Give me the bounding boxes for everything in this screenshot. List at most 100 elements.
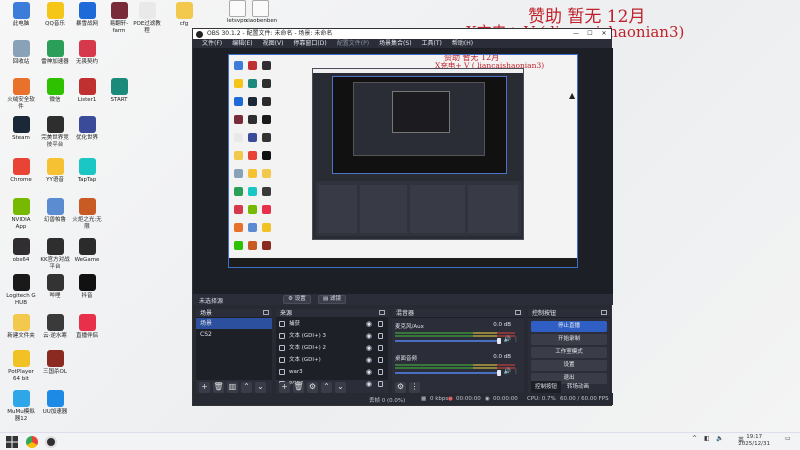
network-icon[interactable]: ◧ [704,435,710,442]
source-filters-button[interactable]: ▤ 滤镜 [318,295,346,304]
volume-slider[interactable] [395,340,499,342]
desktop-icon[interactable]: POE过滤教程 [132,2,162,34]
move-down-button[interactable]: ⌄ [335,382,346,393]
desktop-icon-xiaobenben[interactable]: xiaobenben [245,0,277,24]
desktop-icon[interactable]: Chrome [6,158,36,184]
more-options-icon[interactable]: ⋮ [513,336,519,343]
desktop-icon[interactable]: NVIDIA App [6,198,36,230]
start-recording-button[interactable]: 开始录制 [531,334,607,345]
desktop-icon[interactable]: 暴雪战网 [72,2,102,28]
desktop-icon[interactable]: UU加速器 [40,390,70,416]
desktop-icon[interactable]: Lister1 [72,78,102,104]
undock-icon[interactable] [601,310,607,315]
add-source-button[interactable]: + [279,382,290,393]
move-down-button[interactable]: ⌄ [255,382,266,393]
preview-area[interactable]: 赞助 暂无 12月 X充电+ V ( liancaishaonian3) ▲ [193,48,613,294]
source-settings-button[interactable]: ⚙ 设置 [283,295,311,304]
scene-item[interactable]: 场景 [196,318,272,329]
menu-view[interactable]: 视图(V) [258,39,289,48]
menu-profile[interactable]: 配置文件(P) [332,39,374,48]
minimize-button[interactable]: — [569,29,583,39]
speaker-icon[interactable]: 🔊 [504,368,511,375]
desktop-icon[interactable]: 三国杀OL [40,350,70,376]
undock-icon[interactable] [379,310,385,315]
desktop-icon[interactable]: 云·逆水寒 [40,314,70,340]
lock-icon[interactable] [378,321,383,327]
desktop-icon[interactable]: Steam [6,116,36,142]
close-button[interactable]: ✕ [597,29,611,39]
desktop-icon[interactable]: 无畏契约 [72,40,102,66]
visibility-eye-icon[interactable]: ◉ [366,318,372,330]
source-item[interactable]: 文本 (GDI+) 3 ◉ [276,330,388,342]
start-menu-icon[interactable] [6,436,18,448]
menu-help[interactable]: 帮助(H) [447,39,478,48]
source-item[interactable]: 文本 (GDI+) ◉ [276,354,388,366]
notification-icon[interactable]: ▭ [785,435,791,442]
chevron-up-icon[interactable]: ^ [692,435,697,442]
source-item[interactable]: war3 ◉ [276,366,388,378]
settings-button[interactable]: 设置 [531,360,607,371]
desktop-icon[interactable]: 此电脑 [6,2,36,28]
maximize-button[interactable]: ☐ [583,29,597,39]
volume-slider[interactable] [395,372,499,374]
move-up-button[interactable]: ⌃ [321,382,332,393]
visibility-eye-icon[interactable]: ◉ [366,366,372,378]
desktop-icon[interactable]: WeGame [72,238,102,264]
menu-scene-collection[interactable]: 场景集合(S) [374,39,417,48]
obs-taskbar-icon[interactable] [45,436,57,448]
desktop-icon[interactable]: QQ音乐 [40,2,70,28]
desktop-icon[interactable]: 回收站 [6,40,36,66]
studio-mode-button[interactable]: 工作室模式 [531,347,607,358]
lock-icon[interactable] [378,369,383,375]
desktop-icon[interactable]: YY语音 [40,158,70,184]
menu-tools[interactable]: 工具(T) [417,39,447,48]
volume-icon[interactable]: 🔈 [716,435,723,442]
desktop-icon[interactable]: MuMu模拟器12 [6,390,36,422]
desktop-icon[interactable]: 雷神加速器 [40,40,70,66]
desktop-icon[interactable]: 幻兽帕鲁 [40,198,70,224]
visibility-eye-icon[interactable]: ◉ [366,342,372,354]
menu-docks[interactable]: 停靠窗口(D) [288,39,331,48]
desktop-icon[interactable]: 优化世界 [72,116,102,142]
desktop-icon[interactable]: 火绒安全软件 [6,78,36,110]
remove-source-button[interactable]: 🗑 [293,382,304,393]
desktop-icon[interactable]: 新建文件夹 [6,314,36,340]
volume-slider-handle[interactable] [497,338,501,344]
scene-filters-button[interactable]: ▥ [227,382,238,393]
lock-icon[interactable] [378,333,383,339]
desktop-icon[interactable]: TapTap [72,158,102,184]
source-item[interactable]: 捕获 ◉ [276,318,388,330]
desktop-icon[interactable]: 火炬之光:无限 [72,198,102,230]
chrome-taskbar-icon[interactable] [26,436,38,448]
lock-icon[interactable] [378,357,383,363]
menu-edit[interactable]: 编辑(E) [227,39,257,48]
desktop-icon[interactable]: obs64 [6,238,36,264]
desktop-icon[interactable]: 哔哩 [40,274,70,300]
volume-slider-handle[interactable] [497,370,501,376]
undock-icon[interactable] [263,310,269,315]
desktop-icon[interactable]: PotPlayer 64 bit [6,350,36,382]
lock-icon[interactable] [378,345,383,351]
move-up-button[interactable]: ⌃ [241,382,252,393]
source-item[interactable]: 文本 (GDI+) 2 ◉ [276,342,388,354]
source-properties-button[interactable]: ⚙ [307,382,318,393]
desktop-icon[interactable]: 完美世界竞技平台 [40,116,70,148]
speaker-icon[interactable]: 🔊 [504,336,511,343]
scene-item[interactable]: CS2 [196,329,272,340]
menu-file[interactable]: 文件(F) [197,39,227,48]
clock[interactable]: 19:17 2025/12/31 [738,434,770,448]
more-options-icon[interactable]: ⋮ [513,368,519,375]
visibility-eye-icon[interactable]: ◉ [366,354,372,366]
preview-canvas[interactable]: 赞助 暂无 12月 X充电+ V ( liancaishaonian3) ▲ [228,54,578,268]
desktop-icon[interactable]: 易翻轩-farm [104,2,134,34]
mixer-menu-button[interactable]: ⋮ [409,382,420,393]
desktop-icon[interactable]: cfg [169,2,199,28]
desktop-icon[interactable]: Logitech G HUB [6,274,36,306]
undock-icon[interactable] [515,310,521,315]
desktop-icon[interactable]: 微信 [40,78,70,104]
desktop-icon[interactable]: 直播伴侣 [72,314,102,340]
stop-streaming-button[interactable]: 停止直播 [531,321,607,332]
advanced-audio-button[interactable]: ⚙ [395,382,406,393]
add-scene-button[interactable]: + [199,382,210,393]
desktop-icon[interactable]: 抖音 [72,274,102,300]
